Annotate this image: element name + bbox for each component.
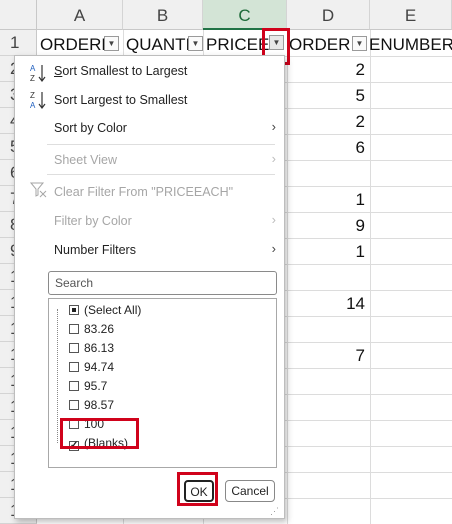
header-cell-linenumber[interactable]: ENUMBER [369, 31, 452, 57]
filter-dropdown-menu: A Z Sort Smallest to Largest Z A Sort La… [14, 55, 285, 519]
svg-text:A: A [30, 64, 36, 73]
grid-line [287, 30, 288, 524]
filter-dropdown-button[interactable]: ▼ [188, 36, 203, 51]
svg-text:Z: Z [30, 74, 35, 83]
cell-value[interactable]: 5 [356, 83, 365, 109]
list-item[interactable]: 94.74 [69, 358, 114, 376]
search-input[interactable]: Search [48, 271, 277, 295]
resize-grip-icon[interactable]: ⋰ [270, 506, 280, 516]
menu-item-filter-by-color: Filter by Color [54, 214, 132, 228]
filter-dropdown-button[interactable]: ▼ [104, 36, 119, 51]
column-header-e[interactable]: E [370, 0, 452, 30]
header-cell-orderline[interactable]: ORDERLI [289, 31, 351, 57]
header-cell-quantity[interactable]: QUANTI [126, 31, 189, 57]
cell-value[interactable]: 2 [356, 109, 365, 135]
cancel-button[interactable]: Cancel [225, 480, 275, 502]
chevron-right-icon: › [271, 241, 276, 256]
column-header-d[interactable]: D [287, 0, 370, 30]
menu-item-clear-filter: Clear Filter From "PRICEEACH" [54, 185, 234, 199]
checkbox-icon[interactable] [69, 400, 79, 410]
chevron-down-icon: ▼ [191, 39, 200, 48]
cell-value[interactable]: 7 [356, 343, 365, 369]
menu-item-number-filters[interactable]: Number Filters [54, 243, 136, 257]
header-cell-priceeach[interactable]: PRICEEA [206, 31, 269, 57]
menu-item-sort-smallest-to-largest[interactable]: Sort Smallest to Largest [54, 64, 187, 78]
menu-item-sheet-view: Sheet View [54, 153, 118, 167]
list-item[interactable]: 95.7 [69, 377, 107, 395]
checkbox-icon[interactable] [69, 381, 79, 391]
menu-item-sort-by-color[interactable]: Sort by Color [54, 121, 127, 135]
chevron-down-icon: ▼ [355, 39, 364, 48]
checkbox-partial-icon[interactable] [69, 305, 79, 315]
list-item-select-all[interactable]: (Select All) [69, 301, 141, 319]
checkbox-icon[interactable] [69, 362, 79, 372]
list-item[interactable]: 83.26 [69, 320, 114, 338]
menu-separator [47, 174, 275, 175]
checkbox-icon[interactable] [69, 324, 79, 334]
select-all-corner[interactable] [0, 0, 37, 30]
cell-value[interactable]: 9 [356, 213, 365, 239]
cell-value[interactable]: 1 [356, 187, 365, 213]
column-header-c[interactable]: C [203, 0, 287, 30]
clear-filter-icon [29, 182, 48, 198]
cell-value[interactable]: 6 [356, 135, 365, 161]
row-header[interactable]: 1 [0, 30, 37, 56]
grid-line [370, 30, 371, 524]
checkbox-icon[interactable] [69, 343, 79, 353]
cell-value[interactable]: 2 [356, 57, 365, 83]
header-cell-ordernumber[interactable]: ORDERN [40, 31, 104, 57]
chevron-down-icon: ▼ [107, 39, 116, 48]
chevron-right-icon: › [271, 212, 276, 227]
highlight-blanks [60, 418, 139, 449]
chevron-right-icon: › [271, 119, 276, 134]
sort-descending-icon: Z A [30, 90, 48, 110]
menu-item-sort-largest-to-smallest[interactable]: Sort Largest to Smallest [54, 93, 187, 107]
sort-ascending-icon: A Z [30, 63, 48, 83]
cell-value[interactable]: 1 [356, 239, 365, 265]
column-header-b[interactable]: B [123, 0, 203, 30]
tree-line [57, 309, 58, 443]
list-item[interactable]: 98.57 [69, 396, 114, 414]
highlight-ok-button [177, 472, 218, 506]
chevron-right-icon: › [271, 151, 276, 166]
cell-value[interactable]: 14 [346, 291, 365, 317]
svg-text:A: A [30, 101, 36, 110]
filter-dropdown-button[interactable]: ▼ [352, 36, 367, 51]
list-item[interactable]: 86.13 [69, 339, 114, 357]
column-header-a[interactable]: A [37, 0, 123, 30]
menu-separator [47, 144, 275, 145]
svg-text:Z: Z [30, 91, 35, 100]
